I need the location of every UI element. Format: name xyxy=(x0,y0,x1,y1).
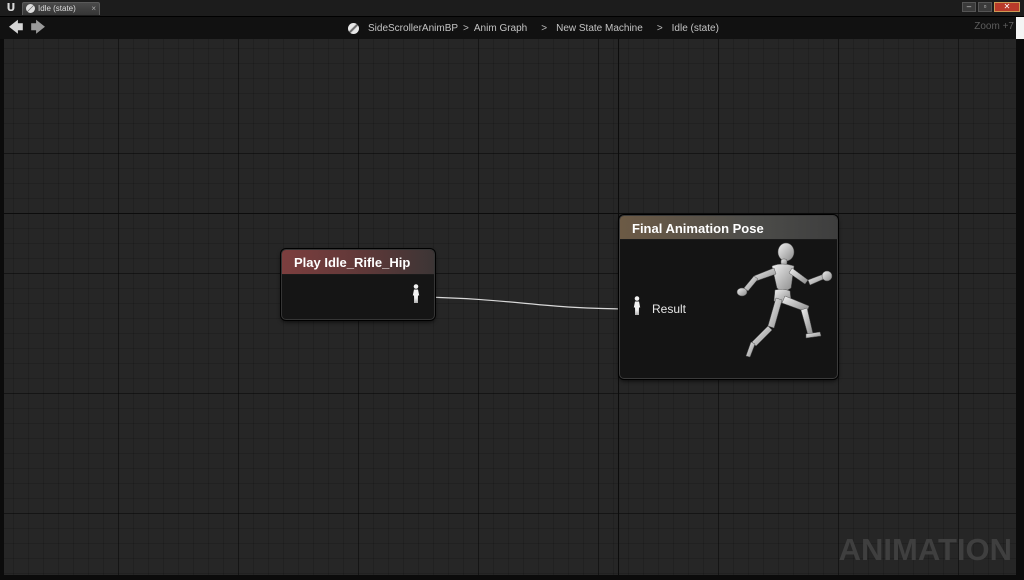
breadcrumb-separator: > xyxy=(463,22,469,34)
anim-blueprint-icon xyxy=(348,22,359,34)
breadcrumb-item-state-machine[interactable]: New State Machine xyxy=(556,23,643,34)
window-controls: – ▫ ✕ xyxy=(962,2,1020,14)
breadcrumb-separator: > xyxy=(541,22,548,34)
restore-button[interactable]: ▫ xyxy=(978,2,992,12)
close-button[interactable]: ✕ xyxy=(994,2,1020,12)
unreal-logo-icon: U xyxy=(6,1,16,14)
right-edge-highlight xyxy=(1016,17,1024,39)
tab-label: Idle (state) xyxy=(38,4,76,13)
pose-input-pin-icon[interactable] xyxy=(632,296,642,316)
origin-axis-horizontal xyxy=(4,213,1016,214)
graph-type-watermark: ANIMATION xyxy=(838,532,1012,567)
title-bar: U Idle (state) × – ▫ ✕ xyxy=(0,0,1024,17)
result-pin-label: Result xyxy=(652,302,687,316)
final-animation-pose-node[interactable]: Final Animation Pose Result xyxy=(619,215,838,379)
document-tab[interactable]: Idle (state) × xyxy=(22,2,100,15)
breadcrumb: SideScrollerAnimBP > Anim Graph > New St… xyxy=(348,17,719,39)
breadcrumb-item-idle-state[interactable]: Idle (state) xyxy=(672,23,719,34)
play-animation-node[interactable]: Play Idle_Rifle_Hip xyxy=(281,249,435,320)
back-arrow-icon[interactable]: 🡄 xyxy=(7,19,25,37)
minimize-button[interactable]: – xyxy=(962,2,976,12)
node-title: Play Idle_Rifle_Hip xyxy=(294,255,411,270)
bottom-edge xyxy=(0,575,1024,580)
anim-blueprint-icon xyxy=(26,4,35,13)
graph-canvas[interactable] xyxy=(4,39,1016,575)
node-title: Final Animation Pose xyxy=(632,221,764,236)
running-mannequin-icon xyxy=(736,242,833,358)
forward-arrow-icon[interactable]: 🡆 xyxy=(29,19,47,37)
breadcrumb-item-anim-graph[interactable]: Anim Graph xyxy=(474,23,527,34)
pose-output-pin-icon[interactable] xyxy=(411,284,421,304)
breadcrumb-item-anim-bp[interactable]: SideScrollerAnimBP xyxy=(368,23,458,34)
breadcrumb-separator: > xyxy=(656,22,663,34)
zoom-level: Zoom +7 xyxy=(974,21,1014,32)
graph-navigation-bar: 🡄 🡆 SideScrollerAnimBP > Anim Graph > Ne… xyxy=(0,17,1024,39)
tab-close-icon[interactable]: × xyxy=(91,3,96,14)
right-edge xyxy=(1016,17,1024,580)
